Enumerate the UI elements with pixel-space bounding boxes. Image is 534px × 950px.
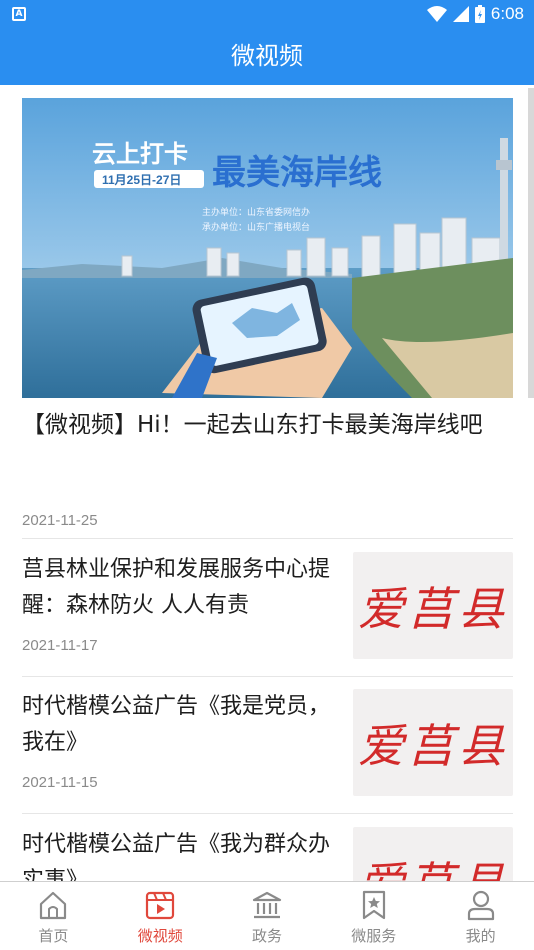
item-title[interactable]: 莒县林业保护和发展服务中心提醒：森林防火 人人有责 [22, 552, 342, 624]
hero-date-range: 11月25日-27日 [102, 173, 181, 187]
bookmark-star-icon [362, 890, 385, 920]
thumb-logo: 爱莒县 [358, 581, 508, 636]
item-title[interactable]: 时代楷模公益广告《我是党员，我在》 [22, 689, 342, 761]
item-date: 2021-11-17 [22, 637, 98, 654]
featured-article[interactable]: 云上打卡 11月25日-27日 最美海岸线 主办单位：山东省委网信办 承办单位：… [22, 98, 513, 529]
list-item[interactable]: 时代楷模公益广告《我是党员，我在》 2021-11-15 爱莒县 [22, 689, 513, 799]
status-bar: A 6:08 [0, 0, 534, 28]
item-date: 2021-11-15 [22, 774, 98, 791]
scrollbar[interactable] [528, 88, 534, 398]
divider [22, 538, 513, 539]
tab-label: 微视频 [137, 927, 183, 945]
tab-label: 我的 [465, 927, 496, 945]
accessibility-icon: A [12, 7, 26, 21]
header: 微视频 [0, 28, 534, 85]
government-building-icon [252, 891, 282, 919]
item-title[interactable]: 时代楷模公益广告《我为群众办实事》 [22, 827, 342, 881]
tab-video[interactable]: 微视频 [107, 882, 214, 950]
battery-icon [474, 5, 485, 23]
item-thumbnail[interactable]: 爱莒县 [353, 827, 513, 881]
video-feed[interactable]: 云上打卡 11月25日-27日 最美海岸线 主办单位：山东省委网信办 承办单位：… [0, 85, 534, 881]
list-item[interactable]: 莒县林业保护和发展服务中心提醒：森林防火 人人有责 2021-11-17 爱莒县 [22, 552, 513, 662]
user-icon [467, 890, 494, 921]
bottom-tab-bar: 首页 微视频 政务 微服务 我的 [0, 881, 534, 950]
featured-image[interactable]: 云上打卡 11月25日-27日 最美海岸线 主办单位：山东省委网信办 承办单位：… [22, 98, 513, 398]
tab-mine[interactable]: 我的 [427, 882, 534, 950]
hero-headline-left: 云上打卡 [92, 140, 188, 168]
page-title: 微视频 [231, 42, 303, 70]
tab-label: 微服务 [351, 927, 397, 945]
divider [22, 813, 513, 814]
tab-home[interactable]: 首页 [0, 882, 107, 950]
tab-microservice[interactable]: 微服务 [320, 882, 427, 950]
wifi-icon [426, 6, 447, 22]
thumb-logo: 爱莒县 [358, 718, 508, 773]
tab-government[interactable]: 政务 [214, 882, 321, 950]
clock: 6:08 [490, 4, 524, 23]
hero-co-organizer: 承办单位：山东广播电视台 [202, 221, 310, 233]
tab-label: 首页 [38, 927, 69, 945]
hero-organizer: 主办单位：山东省委网信办 [202, 206, 310, 218]
item-thumbnail[interactable]: 爱莒县 [353, 689, 513, 796]
signal-icon [452, 6, 469, 22]
thumb-logo: 爱莒县 [358, 848, 508, 882]
home-icon [40, 891, 67, 920]
featured-title[interactable]: 【微视频】Hi！一起去山东打卡最美海岸线吧 [22, 406, 513, 444]
item-thumbnail[interactable]: 爱莒县 [353, 552, 513, 659]
list-item[interactable]: 时代楷模公益广告《我为群众办实事》 爱莒县 [22, 827, 513, 881]
hero-headline-right: 最美海岸线 [212, 153, 382, 193]
tab-label: 政务 [251, 927, 282, 945]
video-icon [146, 891, 175, 920]
featured-date: 2021-11-25 [22, 512, 98, 529]
divider [22, 676, 513, 677]
